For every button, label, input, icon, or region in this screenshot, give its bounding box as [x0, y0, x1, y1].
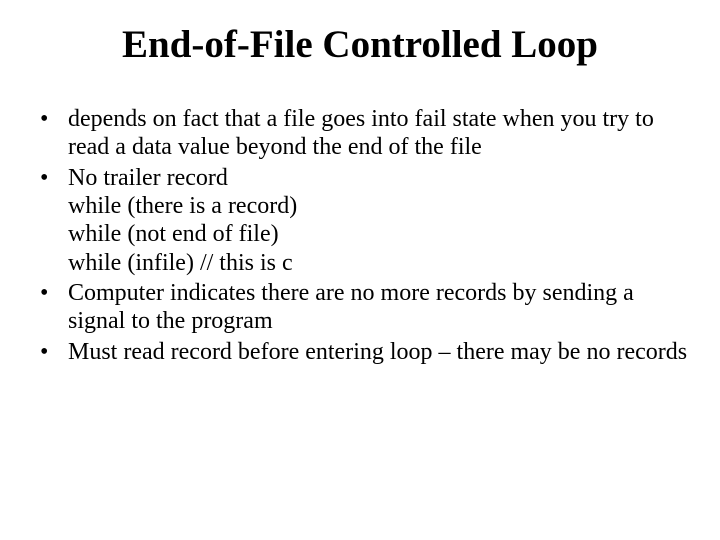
bullet-text: while (not end of file): [68, 220, 690, 248]
bullet-text: depends on fact that a file goes into fa…: [68, 105, 690, 162]
bullet-text: while (there is a record): [68, 192, 690, 220]
bullet-item: Computer indicates there are no more rec…: [30, 279, 690, 336]
slide: End-of-File Controlled Loop depends on f…: [0, 0, 720, 540]
bullet-item: No trailer record while (there is a reco…: [30, 164, 690, 277]
slide-body: depends on fact that a file goes into fa…: [0, 77, 720, 366]
slide-title: End-of-File Controlled Loop: [0, 0, 720, 77]
bullet-text: Must read record before entering loop – …: [68, 338, 690, 366]
bullet-text: while (infile) // this is c: [68, 249, 690, 277]
bullet-text: No trailer record: [68, 164, 690, 192]
bullet-item: Must read record before entering loop – …: [30, 338, 690, 366]
bullet-list: depends on fact that a file goes into fa…: [30, 105, 690, 366]
bullet-item: depends on fact that a file goes into fa…: [30, 105, 690, 162]
bullet-text: Computer indicates there are no more rec…: [68, 279, 690, 336]
